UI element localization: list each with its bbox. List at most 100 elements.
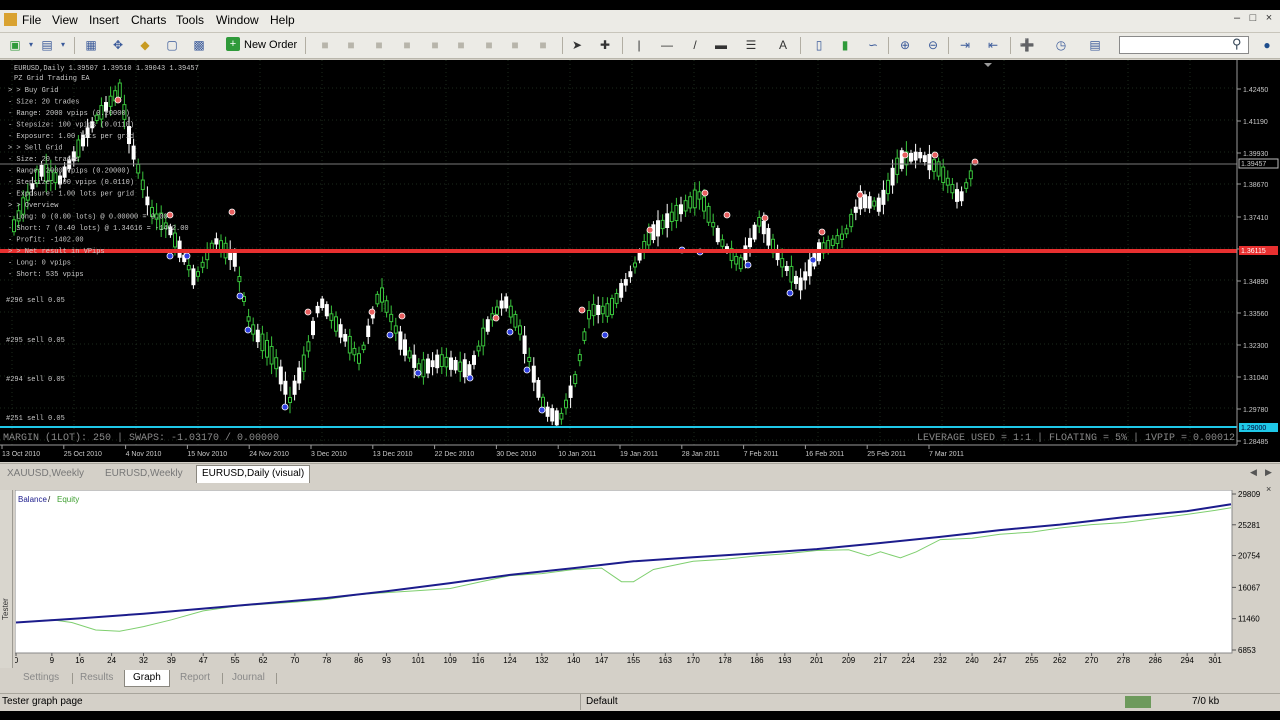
candle-body — [577, 354, 582, 362]
crosshair-icon[interactable]: ✚ — [596, 37, 614, 53]
candle-body — [320, 298, 325, 309]
tester-side-strip: Tester — [0, 490, 13, 668]
templates-icon[interactable]: ▤ — [1086, 37, 1104, 53]
minimize-icon[interactable]: – — [1230, 12, 1244, 26]
zoom-out-icon[interactable]: ⊖ — [924, 37, 942, 53]
search-input[interactable] — [1119, 36, 1249, 54]
candle-body — [453, 360, 458, 371]
timeframe-m15-icon[interactable]: ■ — [398, 37, 416, 53]
x-tick-label: 0 — [15, 656, 19, 665]
channel-icon[interactable]: ▬ — [712, 37, 730, 53]
menu-help[interactable]: Help — [270, 13, 295, 27]
timeframe-d1-icon[interactable]: ■ — [480, 37, 498, 53]
sell-trade-marker — [492, 314, 500, 322]
data-window-icon[interactable]: ▢ — [163, 37, 181, 53]
buy-trade-marker — [244, 326, 252, 334]
profiles-dropdown-icon[interactable]: ▾ — [54, 37, 72, 53]
menu-window[interactable]: Window — [216, 13, 259, 27]
line-chart-icon[interactable]: ∽ — [864, 37, 882, 53]
navigator-icon[interactable]: ✥ — [109, 37, 127, 53]
candle-body — [380, 287, 384, 303]
terminal-icon[interactable]: ◆ — [136, 37, 154, 53]
community-icon[interactable]: ● — [1258, 37, 1276, 53]
timeframe-w1-icon[interactable]: ■ — [506, 37, 524, 53]
candle-body — [913, 151, 918, 161]
candle-body — [660, 219, 665, 230]
restore-icon[interactable]: □ — [1246, 12, 1260, 26]
tester-side-label: Tester — [1, 598, 10, 620]
tab-scroll-right-icon[interactable]: ▶ — [1265, 467, 1272, 478]
tab-results[interactable]: Results — [72, 670, 121, 686]
x-tick-label: 193 — [778, 656, 792, 665]
tab-scroll-left-icon[interactable]: ◀ — [1250, 467, 1257, 478]
y-tick-label: 20754 — [1238, 552, 1261, 561]
candle-body — [945, 177, 950, 186]
horizontal-line-icon[interactable]: — — [658, 37, 676, 53]
tab-report[interactable]: Report — [172, 670, 218, 686]
timeframe-m1-icon[interactable]: ■ — [342, 37, 360, 53]
candle-body — [324, 304, 329, 317]
chart-shift-marker-icon[interactable] — [984, 63, 992, 67]
vertical-line-icon[interactable]: | — [630, 37, 648, 53]
tab-separator — [222, 673, 223, 684]
candle-body — [697, 191, 702, 200]
price-tick-label: 1.29780 — [1243, 407, 1268, 414]
candle-body — [789, 265, 794, 283]
trendline-icon[interactable]: / — [686, 37, 704, 53]
timeframe-h4-icon[interactable]: ■ — [452, 37, 470, 53]
price-chart[interactable]: EURUSD,Daily 1.39507 1.39510 1.39043 1.3… — [0, 60, 1280, 462]
candle-body — [536, 379, 541, 398]
text-label-icon[interactable]: A — [774, 37, 792, 53]
tab-graph[interactable]: Graph — [124, 670, 170, 687]
timeframe-mn-icon[interactable]: ■ — [534, 37, 552, 53]
tab-settings[interactable]: Settings — [15, 670, 67, 686]
x-tick-label: 32 — [139, 656, 148, 665]
candle-body — [278, 366, 283, 385]
menu-file[interactable]: File — [22, 13, 41, 27]
bar-chart-icon[interactable]: ▯ — [810, 37, 828, 53]
menu-tools[interactable]: Tools — [176, 13, 204, 27]
cursor-icon[interactable]: ➤ — [568, 37, 586, 53]
candlestick-icon[interactable]: ▮ — [836, 37, 854, 53]
x-tick-label: 9 — [50, 656, 55, 665]
candle-body — [794, 276, 798, 284]
chart-shift-icon[interactable]: ⇤ — [984, 37, 1002, 53]
x-tick-label: 155 — [627, 656, 641, 665]
buy-trade-marker — [601, 331, 609, 339]
new-order-button[interactable]: + New Order — [224, 36, 297, 54]
candle-body — [301, 354, 306, 372]
candle-body — [472, 355, 476, 365]
candle-body — [495, 306, 499, 315]
date-tick-label: 13 Dec 2010 — [373, 451, 413, 458]
expert-advisors-icon[interactable]: ■ — [316, 37, 334, 53]
tab-xauusd-weekly[interactable]: XAUUSD,Weekly — [2, 466, 89, 481]
zoom-in-icon[interactable]: ⊕ — [896, 37, 914, 53]
candle-body — [610, 297, 614, 316]
strategy-tester-icon[interactable]: ▩ — [190, 37, 208, 53]
leverage-info-text: LEVERAGE USED = 1:1 | FLOATING = 5% | 1V… — [917, 432, 1235, 444]
tab-journal[interactable]: Journal — [224, 670, 273, 686]
x-tick-label: 78 — [322, 656, 331, 665]
candle-body — [136, 163, 141, 174]
periods-icon[interactable]: ◷ — [1052, 37, 1070, 53]
candle-body — [623, 279, 628, 286]
close-icon[interactable]: × — [1262, 12, 1276, 26]
tab-eurusd-weekly[interactable]: EURUSD,Weekly — [100, 466, 188, 481]
menu-charts[interactable]: Charts — [131, 13, 166, 27]
tab-eurusd-daily-visual[interactable]: EURUSD,Daily (visual) — [196, 465, 311, 483]
indicators-icon[interactable]: ➕ — [1018, 37, 1036, 53]
price-tick-label: 1.34890 — [1243, 279, 1268, 286]
candle-body — [389, 313, 394, 323]
search-icon[interactable]: ⚲ — [1232, 36, 1242, 52]
auto-scroll-icon[interactable]: ⇥ — [956, 37, 974, 53]
price-tick-label: 1.42450 — [1243, 87, 1268, 94]
timeframe-h1-icon[interactable]: ■ — [426, 37, 444, 53]
fibonacci-icon[interactable]: ☰ — [742, 37, 760, 53]
menu-insert[interactable]: Insert — [89, 13, 119, 27]
timeframe-m5-icon[interactable]: ■ — [370, 37, 388, 53]
menu-view[interactable]: View — [52, 13, 78, 27]
candle-body — [628, 271, 633, 278]
market-watch-icon[interactable]: ▦ — [82, 37, 100, 53]
candle-body — [117, 82, 122, 98]
ea-info-line: - Size: 20 trades — [8, 156, 79, 164]
